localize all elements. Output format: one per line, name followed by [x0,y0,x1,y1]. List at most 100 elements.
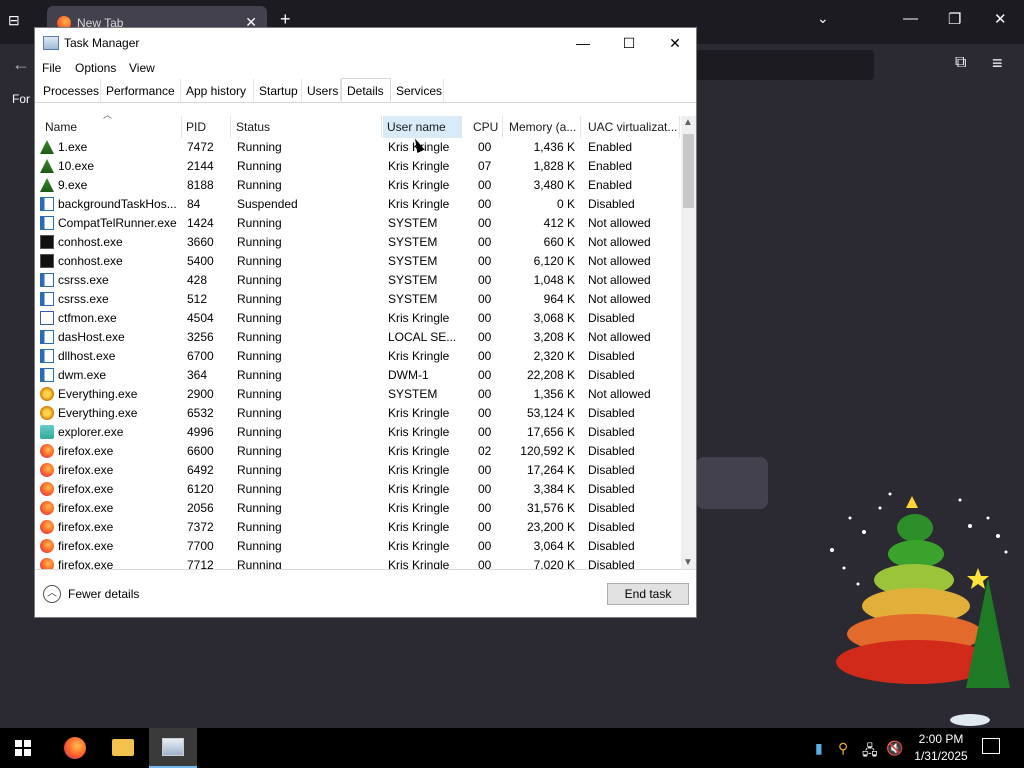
column-header-uac[interactable]: UAC virtualizat... [584,116,680,138]
table-row[interactable]: firefox.exe 7372 Running Kris Kringle 00 23,2… [35,518,680,537]
table-row[interactable]: 1.exe 7472 Running Kris Kringle 00 1,436 K Ena… [35,138,680,157]
new-tab-tile[interactable] [696,457,768,509]
firefox-icon [40,444,54,458]
cell-cpu: 00 [478,482,492,496]
browser-minimize-icon[interactable]: — [903,10,918,27]
cell-pid: 1424 [187,216,214,230]
tab-performance[interactable]: Performance [101,79,181,101]
table-row[interactable]: firefox.exe 6600 Running Kris Kringle 02 120,… [35,442,680,461]
menu-file[interactable]: File [42,61,61,75]
table-row[interactable]: firefox.exe 2056 Running Kris Kringle 00 31,5… [35,499,680,518]
table-row[interactable]: Everything.exe 2900 Running SYSTEM 00 1,356 K… [35,385,680,404]
cell-name: dwm.exe [58,368,107,382]
cell-memory: 6,120 K [533,254,575,268]
tray-app-icon[interactable]: ▮ [815,740,823,757]
hamburger-menu-icon[interactable]: ≡ [992,53,1003,74]
column-header-pid[interactable]: PID [182,116,231,138]
chevron-down-icon[interactable]: ⌄ [817,10,829,27]
scroll-up-icon[interactable]: ▲ [683,117,693,128]
cell-name: firefox.exe [58,444,114,458]
table-row[interactable]: explorer.exe 4996 Running Kris Kringle 00 17,… [35,423,680,442]
scroll-thumb[interactable] [683,134,694,208]
cell-user: Kris Kringle [388,558,450,570]
cell-memory: 7,020 K [533,558,575,570]
volume-muted-icon[interactable]: 🔇 [886,740,903,757]
table-row[interactable]: 9.exe 8188 Running Kris Kringle 00 3,480 K Ena… [35,176,680,195]
menu-options[interactable]: Options [75,61,116,75]
table-row[interactable]: 10.exe 2144 Running Kris Kringle 07 1,828 K En… [35,157,680,176]
tab-users[interactable]: Users [302,79,341,101]
column-header-cpu[interactable]: CPU [469,116,503,138]
tab-strip: Processes Performance App history Startu… [35,78,696,103]
menu-view[interactable]: View [129,61,155,75]
tab-details[interactable]: Details [341,78,391,102]
maximize-button[interactable]: ☐ [606,31,652,55]
app-icon [40,330,54,344]
table-row[interactable]: conhost.exe 3660 Running SYSTEM 00 660 K Not a… [35,233,680,252]
list-all-tabs-icon[interactable]: ⊟ [8,12,26,28]
cell-uac: Enabled [588,178,633,192]
table-row[interactable]: csrss.exe 428 Running SYSTEM 00 1,048 K Not al… [35,271,680,290]
table-row[interactable]: dasHost.exe 3256 Running LOCAL SE... 00 3,208… [35,328,680,347]
cell-cpu: 00 [478,368,492,382]
taskbar-task-manager[interactable] [149,728,197,768]
table-row[interactable]: CompatTelRunner.exe 1424 Running SYSTEM 00 41… [35,214,680,233]
table-row[interactable]: dllhost.exe 6700 Running Kris Kringle 00 2,32… [35,347,680,366]
cell-name: 9.exe [58,178,88,192]
column-header-status[interactable]: Status [232,116,382,138]
table-row[interactable]: Everything.exe 6532 Running Kris Kringle 00 5… [35,404,680,423]
bookmark-item[interactable]: For [12,92,30,106]
cell-status: Running [237,444,282,458]
column-header-name[interactable]: Name [41,116,182,138]
column-header-user-name[interactable]: User name [383,116,462,138]
url-bar[interactable] [690,50,874,80]
title-bar[interactable]: Task Manager — ☐ ✕ [35,28,696,58]
table-row[interactable]: conhost.exe 5400 Running SYSTEM 00 6,120 K Not… [35,252,680,271]
table-row[interactable]: firefox.exe 6120 Running Kris Kringle 00 3,38… [35,480,680,499]
table-row[interactable]: csrss.exe 512 Running SYSTEM 00 964 K Not allo… [35,290,680,309]
scroll-down-icon[interactable]: ▼ [683,557,693,568]
cell-memory: 412 K [543,216,575,230]
tab-startup[interactable]: Startup [254,79,302,101]
table-row[interactable]: backgroundTaskHos... 84 Suspended Kris Krin… [35,195,680,214]
end-task-button[interactable]: End task [607,583,689,605]
table-row[interactable]: firefox.exe 7700 Running Kris Kringle 00 3,06… [35,537,680,556]
notification-icon[interactable] [982,738,1000,754]
cell-user: Kris Kringle [388,520,450,534]
browser-close-icon[interactable]: ✕ [994,10,1007,28]
cell-memory: 120,592 K [520,444,575,458]
vertical-scrollbar[interactable]: ▲ ▼ [681,116,696,570]
table-row[interactable]: firefox.exe 6492 Running Kris Kringle 00 17,2… [35,461,680,480]
cell-memory: 23,200 K [526,520,575,534]
tab-app-history[interactable]: App history [181,79,254,101]
divider [35,569,696,570]
cell-status: Running [237,520,282,534]
taskbar-firefox[interactable] [50,728,98,768]
tab-services[interactable]: Services [391,79,444,101]
taskbar-file-explorer[interactable] [99,728,147,768]
cell-name: Everything.exe [58,406,138,420]
firefox-icon [40,482,54,496]
cell-name: explorer.exe [58,425,124,439]
browser-restore-icon[interactable]: ❐ [948,10,961,28]
cell-memory: 2,320 K [533,349,575,363]
table-row[interactable]: dwm.exe 364 Running DWM-1 00 22,208 K Disabled [35,366,680,385]
cell-memory: 17,264 K [526,463,575,477]
table-row[interactable]: ctfmon.exe 4504 Running Kris Kringle 00 3,068… [35,309,680,328]
network-icon[interactable]: 🖧 [862,740,878,764]
app-icon [40,216,54,230]
table-row[interactable]: firefox.exe 7712 Running Kris Kringle 00 7,02… [35,556,680,570]
start-button[interactable] [0,728,48,768]
column-header-memory[interactable]: Memory (a... [505,116,581,138]
minimize-button[interactable]: — [560,31,606,55]
christmas-tree-decoration [830,492,1010,726]
back-arrow-icon[interactable]: ← [12,54,30,75]
extensions-icon[interactable]: ⧉ [955,54,966,72]
cell-user: LOCAL SE... [388,330,457,344]
tab-processes[interactable]: Processes [38,79,101,101]
tray-search-icon[interactable]: ⚲ [838,740,848,757]
cell-memory: 660 K [543,235,575,249]
cell-status: Running [237,349,282,363]
system-clock[interactable]: 2:00 PM 1/31/2025 [906,731,976,765]
close-button[interactable]: ✕ [652,31,698,55]
